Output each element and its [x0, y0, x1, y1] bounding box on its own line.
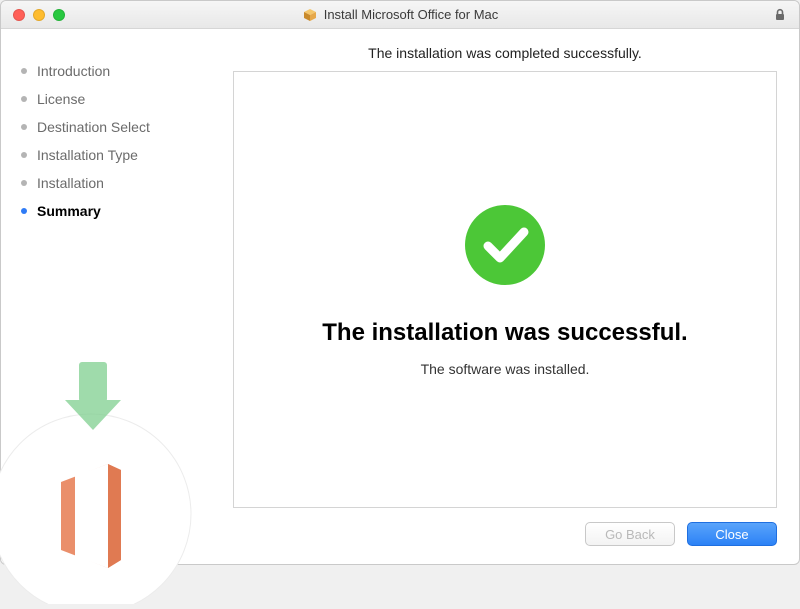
close-window-button[interactable]	[13, 9, 25, 21]
zoom-window-button[interactable]	[53, 9, 65, 21]
bullet-icon	[21, 68, 27, 74]
package-icon	[302, 7, 318, 23]
step-license: License	[21, 85, 233, 113]
step-label: Summary	[37, 203, 101, 219]
installer-window: Install Microsoft Office for Mac Introdu…	[0, 0, 800, 565]
minimize-window-button[interactable]	[33, 9, 45, 21]
step-label: Installation	[37, 175, 104, 191]
step-installation: Installation	[21, 169, 233, 197]
close-button[interactable]: Close	[687, 522, 777, 546]
bullet-icon	[21, 152, 27, 158]
window-title: Install Microsoft Office for Mac	[324, 7, 499, 22]
window-controls	[13, 9, 65, 21]
step-label: Introduction	[37, 63, 110, 79]
content: Introduction License Destination Select …	[1, 29, 799, 564]
sidebar: Introduction License Destination Select …	[1, 29, 233, 564]
page-header: The installation was completed successfu…	[233, 45, 777, 61]
step-introduction: Introduction	[21, 57, 233, 85]
go-back-button: Go Back	[585, 522, 675, 546]
success-heading: The installation was successful.	[322, 319, 687, 347]
summary-panel: The installation was successful. The sof…	[233, 71, 777, 508]
bullet-icon	[21, 96, 27, 102]
step-installation-type: Installation Type	[21, 141, 233, 169]
steps-list: Introduction License Destination Select …	[21, 57, 233, 225]
titlebar-center: Install Microsoft Office for Mac	[1, 7, 799, 23]
sidebar-background-art	[0, 344, 221, 604]
bullet-icon	[21, 208, 27, 214]
main-area: The installation was completed successfu…	[233, 29, 799, 564]
step-label: Destination Select	[37, 119, 150, 135]
bullet-icon	[21, 124, 27, 130]
footer-buttons: Go Back Close	[233, 508, 777, 546]
titlebar: Install Microsoft Office for Mac	[1, 1, 799, 29]
step-label: Installation Type	[37, 147, 138, 163]
step-label: License	[37, 91, 85, 107]
bullet-icon	[21, 180, 27, 186]
step-destination-select: Destination Select	[21, 113, 233, 141]
step-summary: Summary	[21, 197, 233, 225]
success-check-icon	[462, 202, 548, 293]
success-subtext: The software was installed.	[421, 361, 590, 377]
lock-icon[interactable]	[773, 8, 787, 22]
